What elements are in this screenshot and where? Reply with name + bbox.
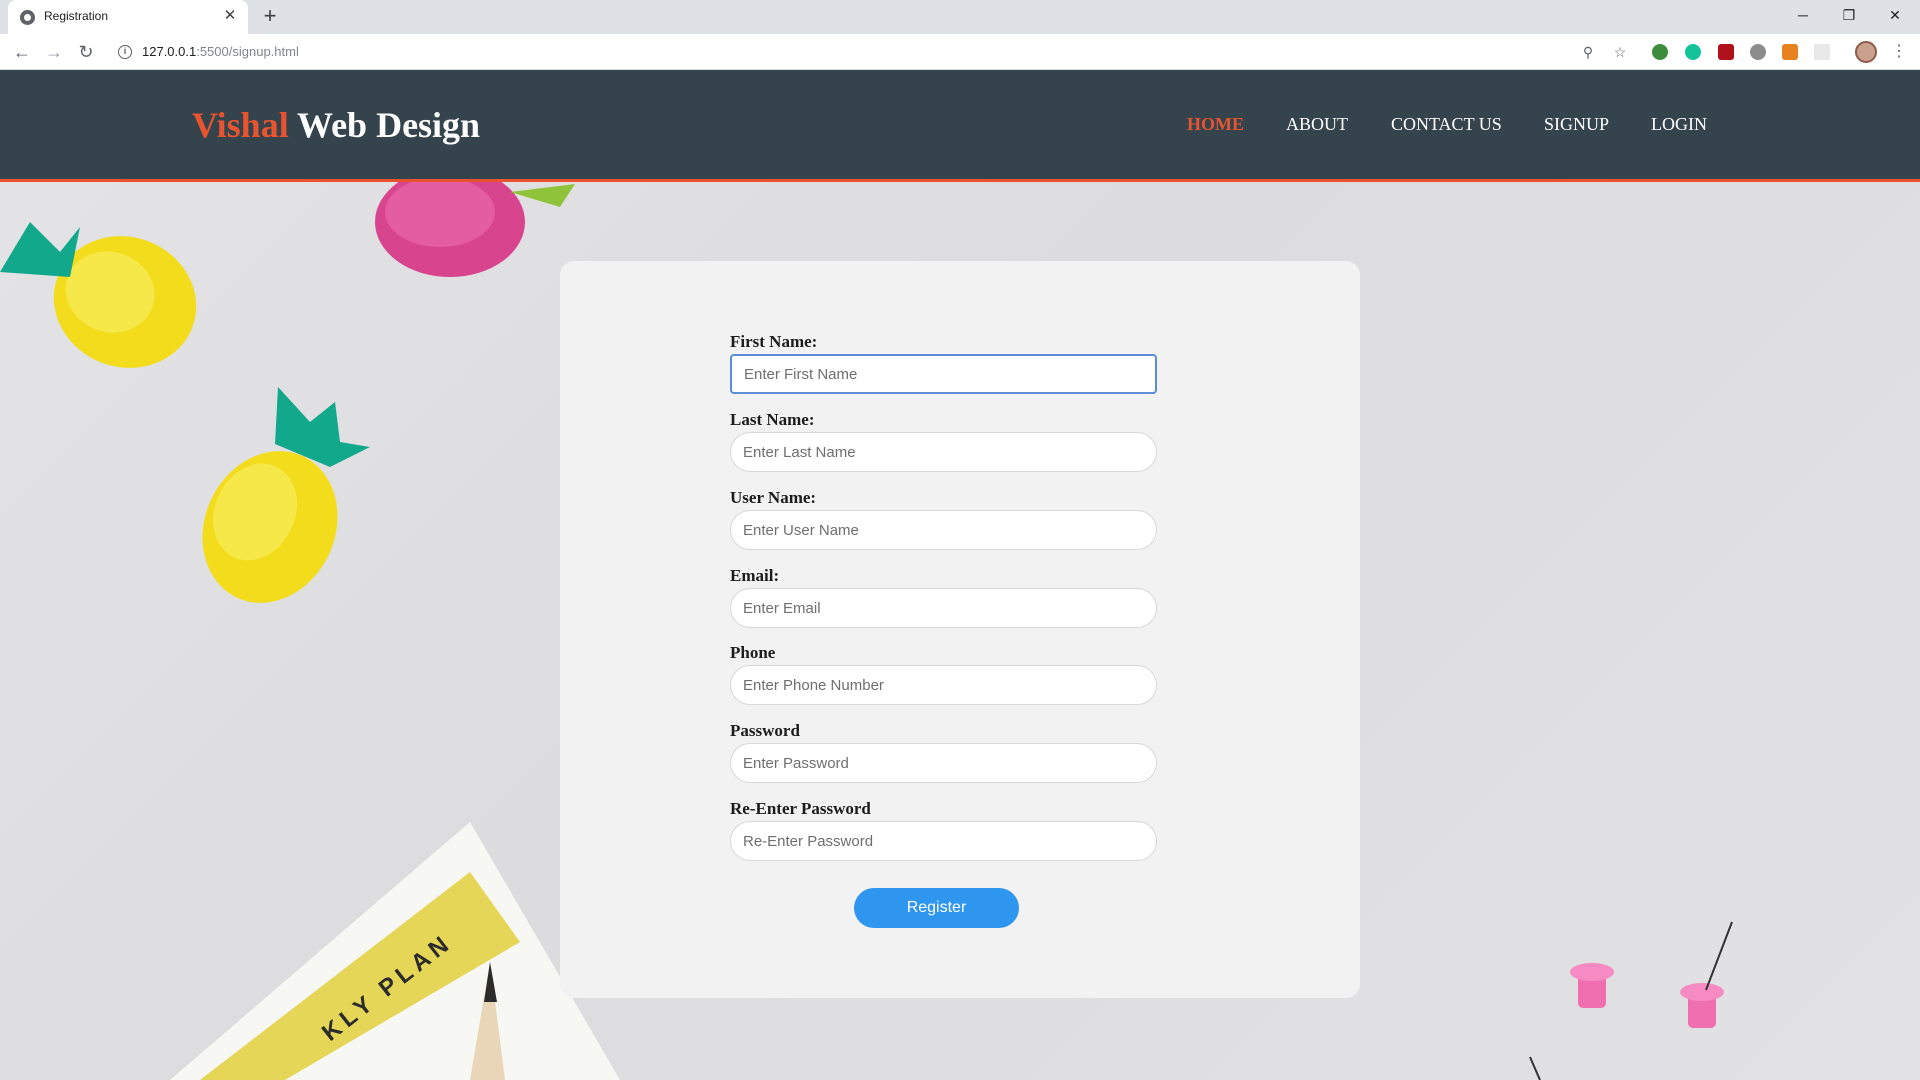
- address-bar[interactable]: i 127.0.0.1:5500/signup.html ⚲ ☆: [108, 38, 1628, 66]
- phone-label: Phone: [730, 643, 776, 662]
- nav-about[interactable]: ABOUT: [1286, 114, 1348, 135]
- back-icon[interactable]: ←: [10, 40, 34, 64]
- extension-icon[interactable]: [1814, 44, 1830, 60]
- user-name-label: User Name:: [730, 488, 817, 507]
- password-input[interactable]: [730, 743, 1157, 783]
- info-icon[interactable]: i: [118, 45, 132, 59]
- close-tab-icon[interactable]: ✕: [220, 6, 240, 26]
- url-text[interactable]: 127.0.0.1:5500/signup.html: [142, 44, 299, 59]
- email-input[interactable]: [730, 588, 1157, 628]
- re-enter-password-label: Re-Enter Password: [730, 799, 871, 818]
- site-header: Vishal Web Design HOME ABOUT CONTACT US …: [0, 70, 1920, 182]
- restore-button[interactable]: ❐: [1826, 0, 1872, 30]
- extension-icon[interactable]: [1750, 44, 1766, 60]
- nav-login[interactable]: LOGIN: [1651, 114, 1707, 135]
- nav-home[interactable]: HOME: [1187, 114, 1244, 135]
- email-label: Email:: [730, 566, 780, 585]
- user-name-input[interactable]: [730, 510, 1157, 550]
- new-tab-button[interactable]: +: [258, 4, 282, 28]
- phone-input[interactable]: [730, 665, 1157, 705]
- browser-tab-bar: Registration ✕ + ─ ❐ ✕: [0, 0, 1920, 34]
- first-name-label: First Name:: [730, 332, 818, 351]
- forward-icon[interactable]: →: [42, 40, 66, 64]
- ublock-icon[interactable]: [1718, 44, 1734, 60]
- page-viewport: KLY PLAN Vishal Web Design HOME ABOUT CO…: [0, 70, 1920, 1080]
- window-close-button[interactable]: ✕: [1872, 0, 1918, 30]
- reload-icon[interactable]: ↻: [74, 40, 98, 64]
- browser-tab[interactable]: Registration ✕: [8, 0, 248, 34]
- last-name-label: Last Name:: [730, 410, 815, 429]
- register-button[interactable]: Register: [854, 888, 1019, 928]
- grammarly-icon[interactable]: [1685, 44, 1701, 60]
- extension-icon[interactable]: [1652, 44, 1668, 60]
- tab-title: Registration: [44, 9, 109, 23]
- globe-icon: [20, 10, 35, 25]
- menu-icon[interactable]: ⋮: [1890, 40, 1908, 64]
- re-enter-password-input[interactable]: [730, 821, 1157, 861]
- first-name-input[interactable]: [730, 354, 1157, 394]
- star-icon[interactable]: ☆: [1610, 42, 1630, 62]
- browser-toolbar: ← → ↻ i 127.0.0.1:5500/signup.html ⚲ ☆ ⋮: [0, 34, 1920, 70]
- nav-signup[interactable]: SIGNUP: [1544, 114, 1609, 135]
- metamask-icon[interactable]: [1782, 44, 1798, 60]
- profile-avatar[interactable]: [1855, 41, 1877, 63]
- minimize-button[interactable]: ─: [1780, 0, 1826, 30]
- site-logo[interactable]: Vishal Web Design: [192, 104, 480, 146]
- password-label: Password: [730, 721, 800, 740]
- last-name-input[interactable]: [730, 432, 1157, 472]
- zoom-icon[interactable]: ⚲: [1578, 42, 1598, 62]
- nav-contact-us[interactable]: CONTACT US: [1391, 114, 1502, 135]
